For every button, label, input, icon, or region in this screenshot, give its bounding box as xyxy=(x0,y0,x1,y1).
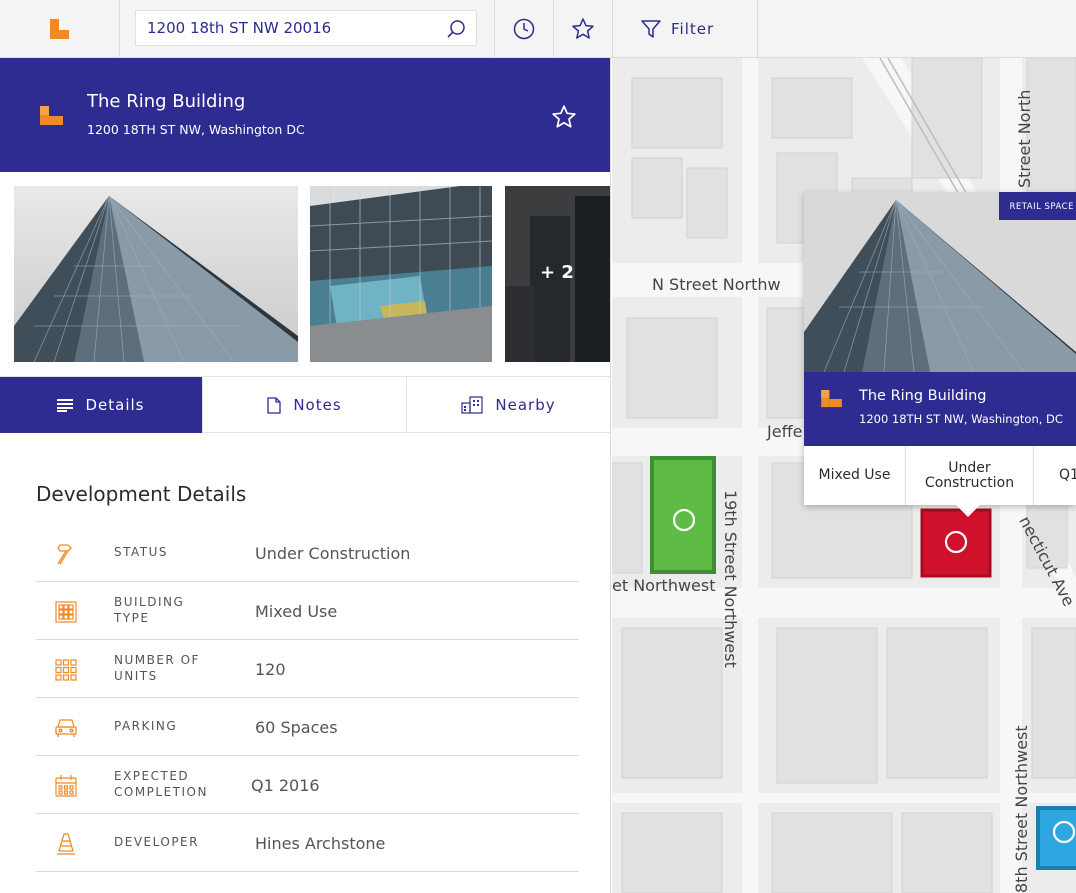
detail-value: Mixed Use xyxy=(255,602,338,621)
app-logo[interactable] xyxy=(0,0,120,58)
list-icon xyxy=(57,399,74,412)
building-header: The Ring Building 1200 18TH ST NW, Washi… xyxy=(0,58,610,172)
building-name: The Ring Building xyxy=(87,91,246,112)
units-grid-icon xyxy=(55,659,77,681)
building-photo-2[interactable] xyxy=(310,186,492,362)
map-popup-card[interactable]: RETAIL SPACE The Ring Building 1200 18TH… xyxy=(804,192,1076,517)
street-label: N Street Northw xyxy=(652,275,781,294)
detail-row-units: NUMBER OF UNITS 120 xyxy=(36,640,579,698)
popup-photo[interactable]: RETAIL SPACE xyxy=(804,192,1076,372)
favorite-star-icon[interactable] xyxy=(551,104,577,130)
detail-row-status: STATUS Under Construction xyxy=(36,524,579,582)
street-label: 8th Street Northwest xyxy=(1012,725,1031,893)
building-address: 1200 18TH ST NW, Washington DC xyxy=(87,122,305,137)
search-icon[interactable] xyxy=(446,19,466,39)
detail-label: EXPECTED COMPLETION xyxy=(114,769,208,799)
detail-row-parking: PARKING 60 Spaces xyxy=(36,698,579,756)
popup-completion: Q1 xyxy=(1059,467,1076,483)
tab-notes-label: Notes xyxy=(293,396,342,414)
detail-value: Q1 2016 xyxy=(251,776,320,795)
detail-value: Under Construction xyxy=(255,544,411,563)
detail-row-developer: DEVELOPER Hines Archstone xyxy=(36,814,579,872)
building-panel: The Ring Building 1200 18TH ST NW, Washi… xyxy=(0,58,611,893)
detail-value: 60 Spaces xyxy=(255,718,338,737)
street-label: Street North xyxy=(1015,89,1034,188)
filter-label: Filter xyxy=(671,20,715,38)
popup-header: The Ring Building 1200 18TH ST NW, Washi… xyxy=(804,372,1076,446)
more-photos-tile[interactable]: + 2 xyxy=(505,186,610,362)
detail-value: 120 xyxy=(255,660,286,679)
popup-summary: Mixed Use Under Construction Q1 xyxy=(804,446,1076,505)
tab-details-label: Details xyxy=(85,396,145,414)
building-logo-icon xyxy=(40,106,63,125)
marker-red xyxy=(920,508,992,578)
filter-icon xyxy=(641,20,661,38)
detail-value: Hines Archstone xyxy=(255,834,386,853)
history-button[interactable] xyxy=(494,0,553,58)
search-field[interactable] xyxy=(135,10,477,46)
section-title: Development Details xyxy=(36,482,247,506)
top-bar: Filter xyxy=(0,0,1076,58)
more-photos-count: + 2 xyxy=(540,262,574,283)
logo-icon xyxy=(50,19,69,39)
popup-building-name: The Ring Building xyxy=(859,388,987,404)
street-label: Jeffe xyxy=(767,422,803,441)
star-icon xyxy=(572,18,594,39)
favorites-button[interactable] xyxy=(553,0,612,58)
retail-space-badge: RETAIL SPACE xyxy=(999,192,1076,220)
detail-label: BUILDING TYPE xyxy=(114,595,185,625)
traffic-cone-icon xyxy=(57,833,75,855)
tab-details[interactable]: Details xyxy=(0,377,203,433)
popup-logo-icon xyxy=(821,390,842,408)
tab-nearby-label: Nearby xyxy=(495,396,556,414)
street-label: 19th Street Northwest xyxy=(721,490,740,668)
calendar-icon xyxy=(55,775,77,797)
detail-row-building-type: BUILDING TYPE Mixed Use xyxy=(36,582,579,640)
car-icon xyxy=(55,719,77,737)
detail-label: STATUS xyxy=(114,545,169,559)
filter-button[interactable]: Filter xyxy=(612,0,758,58)
building-icon xyxy=(55,601,77,623)
search-input[interactable] xyxy=(136,11,436,45)
hammer-icon xyxy=(57,544,72,565)
details-list: STATUS Under Construction BUILDING TYPE … xyxy=(36,524,579,872)
panel-tabs: Details Notes Nearby xyxy=(0,376,610,433)
marker-green xyxy=(650,456,716,574)
tab-nearby[interactable]: Nearby xyxy=(407,377,610,433)
buildings-icon xyxy=(461,396,483,414)
popup-status: Under Construction xyxy=(906,446,1034,505)
popup-building-type: Mixed Use xyxy=(804,446,906,505)
detail-row-completion: EXPECTED COMPLETION Q1 2016 xyxy=(36,756,579,814)
popup-building-address: 1200 18TH ST NW, Washington, DC xyxy=(859,412,1063,426)
clock-icon xyxy=(513,18,535,40)
document-icon xyxy=(267,396,281,414)
street-label: et Northwest xyxy=(612,576,716,595)
detail-label: DEVELOPER xyxy=(114,835,199,849)
building-photo-1[interactable] xyxy=(14,186,298,362)
tab-notes[interactable]: Notes xyxy=(203,377,407,433)
detail-label: PARKING xyxy=(114,719,178,733)
popup-pointer xyxy=(956,505,980,517)
detail-label: NUMBER OF UNITS xyxy=(114,653,200,683)
